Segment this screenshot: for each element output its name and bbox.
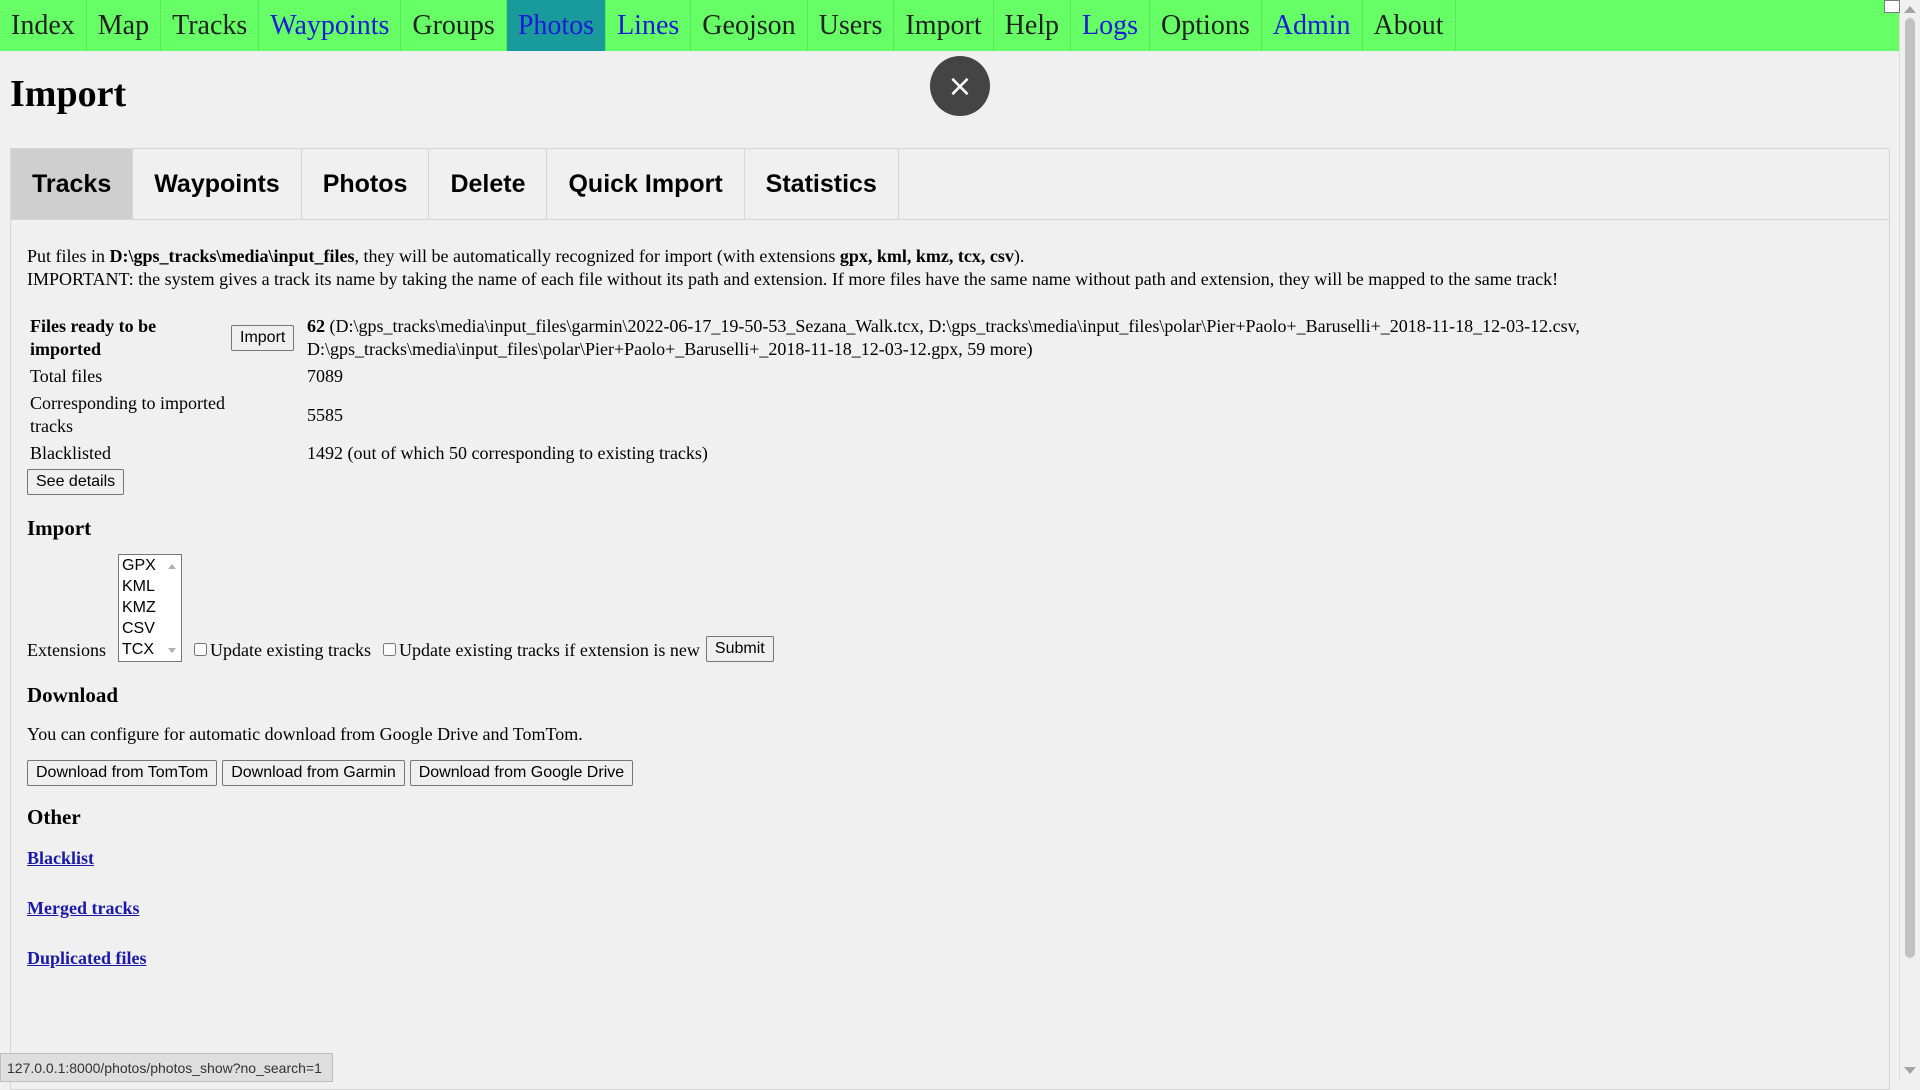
tab-bar: Tracks Waypoints Photos Delete Quick Import S… xyxy=(11,149,1889,220)
nav-item-groups[interactable]: Groups xyxy=(401,0,507,51)
empty-cell xyxy=(228,390,304,440)
corresponding-value: 5585 xyxy=(307,404,343,425)
extension-option-csv[interactable]: CSV xyxy=(119,618,181,639)
empty-cell xyxy=(228,440,304,467)
scroll-up-arrow-icon[interactable] xyxy=(1904,6,1916,13)
blacklisted-value: 1492 (out of which 50 corresponding to e… xyxy=(307,443,708,463)
duplicated-files-link[interactable]: Duplicated files xyxy=(27,948,147,968)
merged-tracks-link[interactable]: Merged tracks xyxy=(27,898,139,918)
top-nav: Index Map Tracks Waypoints Groups Photos Lines… xyxy=(0,0,1900,51)
download-gdrive-button[interactable]: Download from Google Drive xyxy=(409,760,634,786)
scroll-down-arrow-icon[interactable] xyxy=(1904,1067,1916,1074)
tab-quick-import[interactable]: Quick Import xyxy=(547,149,745,219)
nav-item-logs[interactable]: Logs xyxy=(1071,0,1151,51)
import-form: Extensions GPX KML KMZ CSV TCX Update existi… xyxy=(27,554,1873,662)
nav-item-help[interactable]: Help xyxy=(994,0,1072,51)
tab-tracks[interactable]: Tracks xyxy=(11,149,134,219)
files-ready-detail: (D:\gps_tracks\media\input_files\garmin\… xyxy=(307,316,1580,359)
update-existing-label: Update existing tracks xyxy=(210,640,371,660)
status-bar-url: 127.0.0.1:8000/photos/photos_show?no_sea… xyxy=(0,1053,333,1082)
import-tab-panel: Tracks Waypoints Photos Delete Quick Import S… xyxy=(10,148,1890,1090)
files-ready-value: 62 (D:\gps_tracks\media\input_files\garm… xyxy=(304,313,1873,363)
download-buttons: Download from TomTom Download from Garmi… xyxy=(27,760,1873,786)
empty-cell xyxy=(228,363,304,390)
total-files-label: Total files xyxy=(30,366,103,386)
submit-button[interactable]: Submit xyxy=(705,636,774,662)
download-heading: Download xyxy=(27,683,119,707)
corresponding-label: Corresponding to imported tracks xyxy=(30,393,225,436)
total-files-value: 7089 xyxy=(307,366,343,386)
nav-item-map[interactable]: Map xyxy=(87,0,162,51)
nav-item-about[interactable]: About xyxy=(1363,0,1456,51)
extensions-label: Extensions xyxy=(27,640,106,660)
other-heading: Other xyxy=(27,805,81,829)
intro-text: Put files in xyxy=(27,246,110,266)
window-corner-icon xyxy=(1884,0,1900,13)
page-scrollbar[interactable] xyxy=(1899,0,1920,1080)
nav-item-import[interactable]: Import xyxy=(894,0,994,51)
files-ready-count: 62 xyxy=(307,316,325,336)
input-path: D:\gps_tracks\media\input_files xyxy=(109,246,355,266)
extensions-list: gpx, kml, kmz, tcx, csv xyxy=(839,246,1014,266)
tab-statistics[interactable]: Statistics xyxy=(745,149,899,219)
download-tomtom-button[interactable]: Download from TomTom xyxy=(27,760,218,786)
see-details-button[interactable]: See details xyxy=(27,469,125,495)
table-row: Total files 7089 xyxy=(27,363,1873,390)
nav-item-index[interactable]: Index xyxy=(0,0,87,51)
blacklist-link[interactable]: Blacklist xyxy=(27,848,94,868)
nav-item-tracks[interactable]: Tracks xyxy=(161,0,260,51)
nav-item-options[interactable]: Options xyxy=(1150,0,1262,51)
table-row: Blacklisted 1492 (out of which 50 corres… xyxy=(27,440,1873,467)
tab-delete[interactable]: Delete xyxy=(429,149,548,219)
files-ready-label-text: Files ready to be imported xyxy=(30,316,157,359)
import-stats-table: Files ready to be imported Import 62 (D:… xyxy=(27,313,1873,467)
listbox-up-arrow-icon[interactable] xyxy=(168,564,176,569)
blacklisted-label: Blacklisted xyxy=(30,443,111,463)
close-icon[interactable]: × xyxy=(930,56,990,116)
intro-text: , they will be automatically recognized … xyxy=(354,246,840,266)
nav-item-users[interactable]: Users xyxy=(808,0,895,51)
table-row: Corresponding to imported tracks 5585 xyxy=(27,390,1873,440)
table-row: Files ready to be imported Import 62 (D:… xyxy=(27,313,1873,363)
tab-waypoints[interactable]: Waypoints xyxy=(133,149,302,219)
nav-item-waypoints[interactable]: Waypoints xyxy=(259,0,402,51)
nav-item-admin[interactable]: Admin xyxy=(1262,0,1363,51)
nav-item-lines[interactable]: Lines xyxy=(606,0,692,51)
extension-option-kmz[interactable]: KMZ xyxy=(119,597,181,618)
update-existing-option: Update existing tracks xyxy=(188,639,371,662)
tracks-tab-content: Put files in D:\gps_tracks\media\input_f… xyxy=(27,245,1873,970)
scroll-thumb[interactable] xyxy=(1905,18,1915,958)
intro-line-1: Put files in D:\gps_tracks\media\input_f… xyxy=(27,245,1873,268)
intro-text: ). xyxy=(1013,246,1025,266)
download-text: You can configure for automatic download… xyxy=(27,724,583,744)
update-new-ext-label: Update existing tracks if extension is n… xyxy=(398,640,700,660)
import-button-cell: Import xyxy=(228,313,304,363)
update-existing-checkbox[interactable] xyxy=(194,643,207,657)
extensions-listbox[interactable]: GPX KML KMZ CSV TCX xyxy=(118,554,182,662)
nav-item-photos[interactable]: Photos xyxy=(506,0,607,51)
update-new-ext-option: Update existing tracks if extension is n… xyxy=(377,639,700,662)
import-files-button[interactable]: Import xyxy=(231,325,295,351)
details-row: See details xyxy=(27,469,1873,495)
intro-line-2: IMPORTANT: the system gives a track its … xyxy=(27,269,1559,289)
import-heading: Import xyxy=(27,516,92,540)
page-title: Import xyxy=(10,73,127,115)
download-garmin-button[interactable]: Download from Garmin xyxy=(222,760,405,786)
tab-photos[interactable]: Photos xyxy=(302,149,430,219)
files-ready-label: Files ready to be imported xyxy=(27,313,228,363)
nav-item-geojson[interactable]: Geojson xyxy=(691,0,808,51)
update-new-ext-checkbox[interactable] xyxy=(382,643,396,657)
listbox-down-arrow-icon[interactable] xyxy=(168,648,176,653)
extension-option-kml[interactable]: KML xyxy=(119,576,181,597)
